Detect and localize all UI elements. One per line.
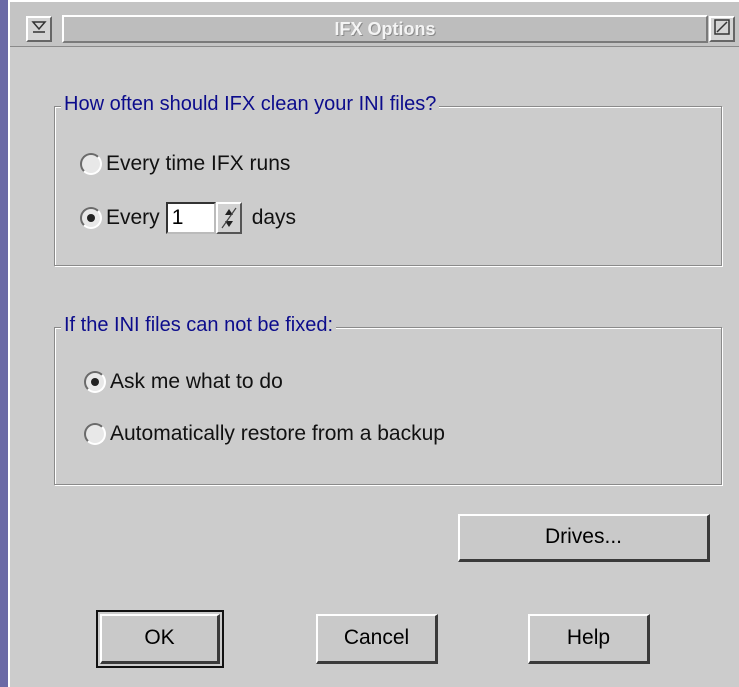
radio-ask[interactable]: [84, 371, 106, 393]
window-title: IFX Options: [334, 19, 436, 39]
ok-button[interactable]: OK: [96, 610, 224, 668]
radio-restore-label: Automatically restore from a backup: [110, 422, 445, 445]
system-menu-glyph: [31, 21, 47, 33]
maximize-glyph: [714, 19, 730, 35]
ifx-options-dialog: IFX Options How often should IFX clean y…: [8, 0, 739, 687]
help-button[interactable]: Help: [528, 614, 650, 664]
days-spin-input[interactable]: 1: [165, 202, 216, 234]
radio-restore[interactable]: [84, 423, 106, 445]
unfixable-legend: If the INI files can not be fixed:: [61, 314, 337, 337]
radio-every-run-row[interactable]: Every time IFX runs: [80, 152, 290, 176]
radio-every-run-label: Every time IFX runs: [106, 152, 291, 175]
cancel-button[interactable]: Cancel: [316, 614, 438, 664]
days-suffix-label: days: [251, 206, 297, 229]
title-bar[interactable]: IFX Options: [10, 2, 739, 47]
unfixable-group: If the INI files can not be fixed:: [54, 314, 722, 485]
drives-button[interactable]: Drives...: [458, 514, 710, 562]
radio-every-n-days-row[interactable]: Every 1 days: [80, 202, 296, 234]
title-track: IFX Options: [62, 15, 708, 43]
spin-arrows-icon[interactable]: [215, 202, 242, 234]
radio-every-n-days[interactable]: [80, 207, 102, 229]
system-menu-icon[interactable]: [26, 16, 52, 42]
clean-frequency-legend: How often should IFX clean your INI file…: [61, 93, 440, 116]
clean-frequency-group: How often should IFX clean your INI file…: [54, 93, 722, 266]
radio-ask-label: Ask me what to do: [110, 370, 283, 393]
radio-restore-row[interactable]: Automatically restore from a backup: [84, 422, 445, 446]
radio-every-run[interactable]: [80, 153, 102, 175]
maximize-icon[interactable]: [709, 16, 735, 42]
radio-ask-row[interactable]: Ask me what to do: [84, 370, 283, 394]
every-prefix-label: Every: [106, 206, 160, 229]
spin-arrows-glyph: [221, 207, 237, 229]
